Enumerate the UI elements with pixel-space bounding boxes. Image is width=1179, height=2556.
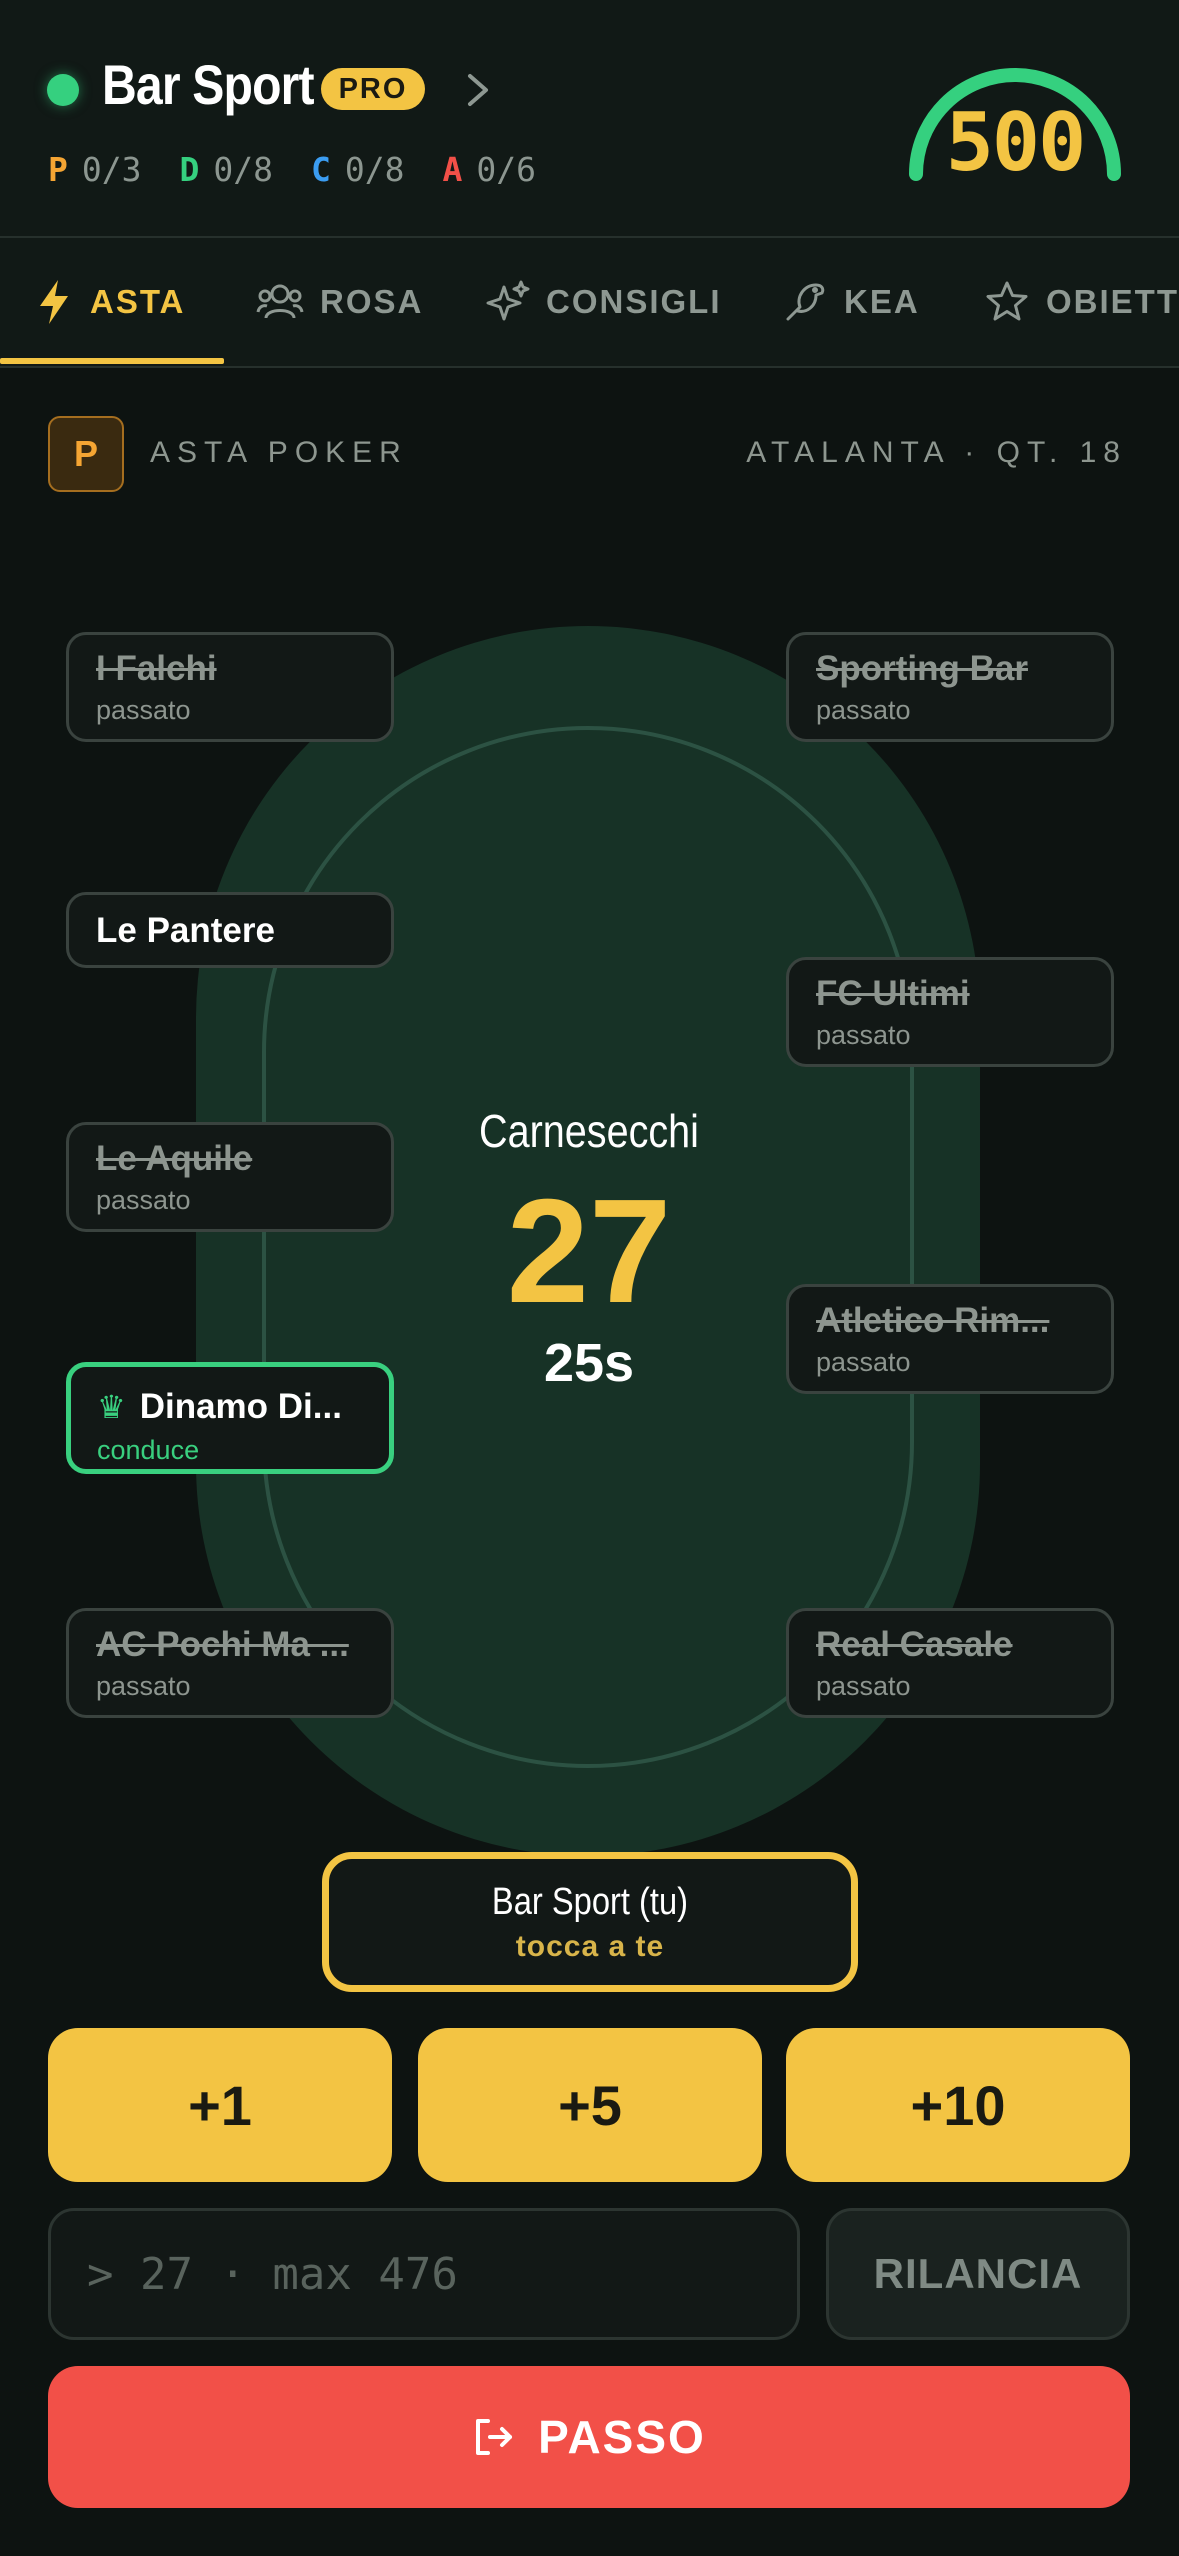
role-badge: P — [48, 416, 124, 492]
role-counter-c: C 0/8 — [310, 150, 405, 189]
bid-amount-input[interactable]: > 27 · max 476 — [48, 2208, 800, 2340]
users-icon — [256, 284, 304, 319]
current-bid: 27 — [506, 1169, 672, 1334]
seat-status: passato — [96, 1185, 191, 1215]
seat-real-casale: Real Casale passato — [786, 1608, 1114, 1718]
seat-name: Le Pantere — [96, 911, 275, 950]
role-counter-a: A 0/6 — [442, 150, 536, 189]
player-team-quote: ATALANTA · QT. 18 — [746, 436, 1127, 469]
tab-rosa[interactable]: ROSA — [256, 238, 423, 366]
seat-status: passato — [96, 695, 191, 725]
seat-status: conduce — [97, 1435, 200, 1465]
seat-status: passato — [96, 1671, 191, 1701]
lightning-icon — [40, 280, 68, 324]
seat-dinamo-leader: ♛ Dinamo Di... conduce — [66, 1362, 394, 1474]
seat-name: Atletico Rim... — [816, 1301, 1050, 1340]
online-status-dot — [47, 74, 79, 106]
turn-indicator: tocca a te — [515, 1930, 665, 1963]
tab-asta[interactable]: ASTA — [34, 238, 185, 366]
my-seat-turn-box: Bar Sport (tu) tocca a te — [322, 1852, 858, 1992]
seat-ac-pochi: AC Pochi Ma ... passato — [66, 1608, 394, 1718]
raise-plus-5-button[interactable]: +5 — [418, 2028, 762, 2182]
pass-button[interactable]: PASSO — [48, 2366, 1130, 2508]
seat-name: Real Casale — [816, 1625, 1013, 1664]
auction-player-name: Carnesecchi — [479, 1105, 699, 1157]
seat-status: passato — [816, 1671, 911, 1701]
tab-bar: ASTA ROSA CONSIGLI KEA OBIETT — [0, 238, 1179, 368]
seat-atletico: Atletico Rim... passato — [786, 1284, 1114, 1394]
pass-label: PASSO — [538, 2411, 706, 2463]
club-name[interactable]: Bar Sport — [102, 52, 315, 117]
role-counters: P 0/3 D 0/8 C 0/8 A 0/6 — [48, 150, 574, 189]
top-header: Bar Sport PRO P 0/3 D 0/8 C 0/8 A 0/6 500 — [0, 0, 1179, 238]
seat-status: passato — [816, 1020, 911, 1050]
seat-name: Le Aquile — [96, 1139, 253, 1178]
seat-status: passato — [816, 695, 911, 725]
pro-badge: PRO — [321, 68, 425, 110]
exit-icon — [476, 2419, 513, 2455]
tab-kea[interactable]: KEA — [782, 238, 920, 366]
role-counter-p: P 0/3 — [48, 150, 142, 189]
seat-name: AC Pochi Ma ... — [96, 1625, 349, 1664]
star-icon — [986, 281, 1028, 321]
raise-plus-1-button[interactable]: +1 — [48, 2028, 392, 2182]
seat-fc-ultimi: FC Ultimi passato — [786, 957, 1114, 1067]
seat-name: Sporting Bar — [816, 649, 1028, 688]
auction-type-label: ASTA POKER — [150, 436, 408, 469]
bird-icon — [786, 283, 825, 321]
raise-button[interactable]: RILANCIA — [826, 2208, 1130, 2340]
seat-status: passato — [816, 1347, 911, 1377]
crown-icon: ♛ — [97, 1389, 126, 1425]
chevron-right-icon[interactable] — [458, 68, 498, 112]
tab-obiettivi[interactable]: OBIETT — [984, 238, 1179, 366]
raise-plus-10-button[interactable]: +10 — [786, 2028, 1130, 2182]
active-tab-indicator — [0, 358, 224, 364]
seat-i-falchi: I Falchi passato — [66, 632, 394, 742]
seat-name: ♛ Dinamo Di... — [97, 1387, 342, 1426]
role-counter-d: D 0/8 — [179, 150, 273, 189]
budget-value: 500 — [945, 96, 1087, 189]
my-seat-name: Bar Sport (tu) — [491, 1881, 689, 1923]
seat-name: FC Ultimi — [816, 974, 970, 1013]
seat-le-aquile: Le Aquile passato — [66, 1122, 394, 1232]
sparkles-icon — [486, 280, 530, 321]
seat-sporting-bar: Sporting Bar passato — [786, 632, 1114, 742]
seat-name: I Falchi — [96, 649, 217, 688]
seat-le-pantere: Le Pantere — [66, 892, 394, 968]
countdown-timer: 25s — [543, 1333, 635, 1393]
tab-consigli[interactable]: CONSIGLI — [484, 238, 722, 366]
